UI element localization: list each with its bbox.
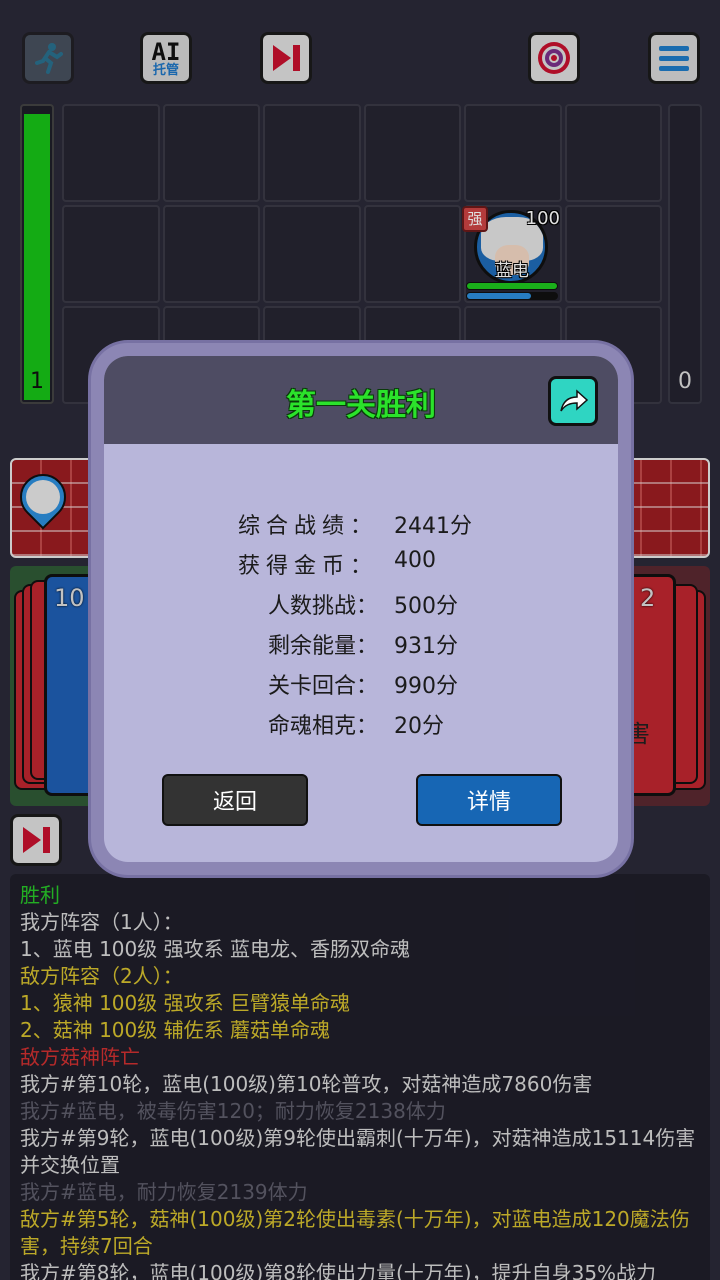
stat-label: 命魂相克：	[267, 714, 378, 739]
dialog-header: 第一关胜利	[104, 356, 618, 444]
dialog-title: 第一关胜利	[286, 388, 436, 423]
stat-value: 931分	[394, 634, 458, 659]
stat-row: 剩余能量： 931分	[104, 628, 618, 662]
stat-label: 剩余能量：	[267, 634, 378, 659]
stat-value: 990分	[394, 674, 458, 699]
stat-row: 获得金币： 400	[104, 548, 618, 582]
stat-row: 综合战绩： 2441分	[104, 508, 618, 542]
stat-label: 关卡回合：	[267, 674, 378, 699]
details-button[interactable]: 详情	[416, 774, 562, 826]
stat-value: 400	[394, 548, 436, 573]
back-button[interactable]: 返回	[162, 774, 308, 826]
stat-value: 2441分	[394, 514, 472, 539]
stat-row: 关卡回合： 990分	[104, 668, 618, 702]
share-arrow-icon	[560, 389, 589, 412]
stat-value: 500分	[394, 594, 458, 619]
stat-label: 人数挑战：	[267, 594, 378, 619]
stat-row: 人数挑战： 500分	[104, 588, 618, 622]
share-button[interactable]	[548, 376, 598, 426]
stat-row: 命魂相克： 20分	[104, 708, 618, 742]
stat-value: 20分	[394, 714, 444, 739]
stat-label: 获得金币：	[237, 554, 378, 579]
stat-label: 综合战绩：	[237, 514, 378, 539]
victory-dialog-panel: 第一关胜利 综合战绩： 2441分 获得金币： 400 人数挑战： 500分 剩…	[104, 356, 618, 862]
